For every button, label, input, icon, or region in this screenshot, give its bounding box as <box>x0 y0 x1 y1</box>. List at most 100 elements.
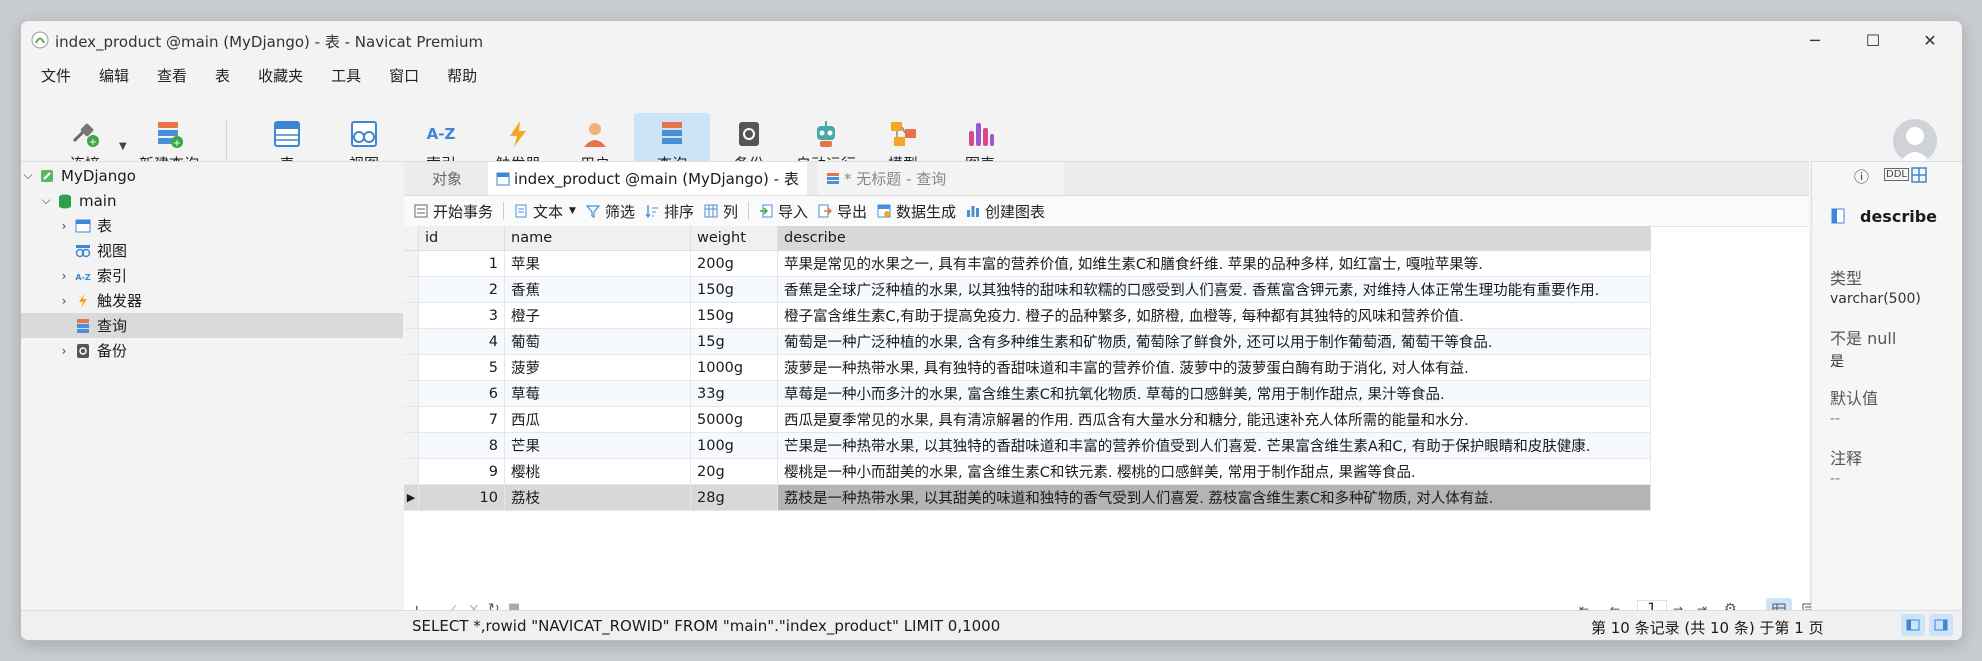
cell-id[interactable]: 10 <box>418 484 505 511</box>
cell-weight[interactable]: 150g <box>690 276 778 303</box>
menu-tools[interactable]: 工具 <box>317 65 375 86</box>
cell-name[interactable]: 樱桃 <box>504 458 691 485</box>
cell-id[interactable]: 8 <box>418 432 505 459</box>
chevron-right-icon[interactable]: › <box>57 344 71 358</box>
cell-id[interactable]: 2 <box>418 276 505 303</box>
cell-weight[interactable]: 28g <box>690 484 778 511</box>
tree-item-queries[interactable]: 查询 <box>21 313 403 338</box>
cell-weight[interactable]: 150g <box>690 302 778 329</box>
table-row[interactable]: 8 芒果 100g 芒果是一种热带水果, 以其独特的香甜味道和丰富的营养价值受到… <box>404 432 1651 459</box>
table-row[interactable]: 2 香蕉 150g 香蕉是全球广泛种植的水果, 以其独特的甜味和软糯的口感受到人… <box>404 276 1651 303</box>
filter-button[interactable]: 筛选 <box>585 201 635 222</box>
cell-weight[interactable]: 1000g <box>690 354 778 381</box>
menu-help[interactable]: 帮助 <box>433 65 491 86</box>
text-button[interactable]: 文本 ▼ <box>514 201 576 222</box>
tree-item-views[interactable]: 视图 <box>21 238 403 263</box>
cell-describe[interactable]: 菠萝是一种热带水果, 具有独特的香甜味道和丰富的营养价值. 菠萝中的菠萝蛋白酶有… <box>777 354 1651 381</box>
cell-describe[interactable]: 樱桃是一种小而甜美的水果, 富含维生素C和铁元素. 樱桃的口感鲜美, 常用于制作… <box>777 458 1651 485</box>
tree-item-triggers[interactable]: › 触发器 <box>21 288 403 313</box>
table-row[interactable]: 6 草莓 33g 草莓是一种小而多汁的水果, 富含维生素C和抗氧化物质. 草莓的… <box>404 380 1651 407</box>
table-row[interactable]: 3 橙子 150g 橙子富含维生素C,有助于提高免疫力. 橙子的品种繁多, 如脐… <box>404 302 1651 329</box>
cell-name[interactable]: 橙子 <box>504 302 691 329</box>
cell-name[interactable]: 香蕉 <box>504 276 691 303</box>
data-generation-button[interactable]: 数据生成 <box>877 201 956 222</box>
toggle-right-panel-button[interactable] <box>1929 614 1953 636</box>
cell-describe[interactable]: 芒果是一种热带水果, 以其独特的香甜味道和丰富的营养价值受到人们喜爱. 芒果富含… <box>777 432 1651 459</box>
toggle-left-panel-button[interactable] <box>1901 614 1925 636</box>
table-row-selected[interactable]: ▶ 10 荔枝 28g 荔枝是一种热带水果, 以其甜美的味道和独特的香气受到人们… <box>404 484 1651 511</box>
maximize-button[interactable]: ☐ <box>1844 21 1902 59</box>
cell-weight[interactable]: 20g <box>690 458 778 485</box>
cell-id[interactable]: 1 <box>418 250 505 277</box>
tree-connection[interactable]: ⌵ MyDjango <box>21 163 403 188</box>
cell-describe[interactable]: 苹果是常见的水果之一, 具有丰富的营养价值, 如维生素C和膳食纤维. 苹果的品种… <box>777 250 1651 277</box>
cell-describe[interactable]: 西瓜是夏季常见的水果, 具有清凉解暑的作用. 西瓜含有大量水分和糖分, 能迅速补… <box>777 406 1651 433</box>
close-button[interactable]: ✕ <box>1901 21 1959 59</box>
tab-objects[interactable]: 对象 <box>424 162 470 195</box>
table-row[interactable]: 7 西瓜 5000g 西瓜是夏季常见的水果, 具有清凉解暑的作用. 西瓜含有大量… <box>404 406 1651 433</box>
cell-name[interactable]: 草莓 <box>504 380 691 407</box>
chevron-down-icon[interactable]: ⌵ <box>21 168 35 183</box>
tree-item-backups[interactable]: › 备份 <box>21 338 403 363</box>
cell-describe[interactable]: 橙子富含维生素C,有助于提高免疫力. 橙子的品种繁多, 如脐橙, 血橙等, 每种… <box>777 302 1651 329</box>
cell-name[interactable]: 芒果 <box>504 432 691 459</box>
cell-id[interactable]: 4 <box>418 328 505 355</box>
ddl-icon[interactable]: DDL <box>1884 168 1909 181</box>
menu-edit[interactable]: 编辑 <box>85 65 143 86</box>
cell-weight[interactable]: 5000g <box>690 406 778 433</box>
cell-weight[interactable]: 33g <box>690 380 778 407</box>
tree-item-indexes[interactable]: › A-Z 索引 <box>21 263 403 288</box>
cell-id[interactable]: 3 <box>418 302 505 329</box>
column-header-id[interactable]: id <box>418 226 505 251</box>
cell-id[interactable]: 6 <box>418 380 505 407</box>
cell-describe[interactable]: 香蕉是全球广泛种植的水果, 以其独特的甜味和软糯的口感受到人们喜爱. 香蕉富含钾… <box>777 276 1651 303</box>
menu-favorites[interactable]: 收藏夹 <box>244 65 317 86</box>
tab-index-product[interactable]: index_product @main (MyDjango) - 表 <box>488 162 807 195</box>
cell-id[interactable]: 9 <box>418 458 505 485</box>
cell-weight[interactable]: 200g <box>690 250 778 277</box>
chevron-right-icon[interactable]: › <box>57 294 71 308</box>
table-row[interactable]: 5 菠萝 1000g 菠萝是一种热带水果, 具有独特的香甜味道和丰富的营养价值.… <box>404 354 1651 381</box>
cell-weight[interactable]: 15g <box>690 328 778 355</box>
sort-button[interactable]: 排序 <box>645 201 694 222</box>
tree-database[interactable]: ⌵ main <box>21 188 403 213</box>
chevron-down-icon[interactable]: ⌵ <box>39 193 53 208</box>
column-header-describe[interactable]: describe <box>777 226 1651 251</box>
import-button[interactable]: 导入 <box>759 201 808 222</box>
cell-describe[interactable]: 草莓是一种小而多汁的水果, 富含维生素C和抗氧化物质. 草莓的口感鲜美, 常用于… <box>777 380 1651 407</box>
cell-id[interactable]: 5 <box>418 354 505 381</box>
cell-name[interactable]: 荔枝 <box>504 484 691 511</box>
cell-id[interactable]: 7 <box>418 406 505 433</box>
cell-name[interactable]: 苹果 <box>504 250 691 277</box>
column-header-weight[interactable]: weight <box>690 226 778 251</box>
field-details-icon[interactable] <box>1910 166 1928 184</box>
cell-name[interactable]: 菠萝 <box>504 354 691 381</box>
cell-name[interactable]: 西瓜 <box>504 406 691 433</box>
menu-window[interactable]: 窗口 <box>375 65 433 86</box>
chevron-right-icon[interactable]: › <box>57 219 71 233</box>
create-chart-button[interactable]: 创建图表 <box>966 201 1045 222</box>
menu-table[interactable]: 表 <box>201 65 244 86</box>
chevron-right-icon[interactable]: › <box>57 269 71 283</box>
begin-transaction-button[interactable]: 开始事务 <box>414 201 493 222</box>
info-icon[interactable]: ⓘ <box>1854 166 1869 187</box>
export-button[interactable]: 导出 <box>818 201 867 222</box>
tab-untitled-query[interactable]: * 无标题 - 查询 <box>818 162 1064 195</box>
table-row[interactable]: 4 葡萄 15g 葡萄是一种广泛种植的水果, 含有多种维生素和矿物质, 葡萄除了… <box>404 328 1651 355</box>
menu-file[interactable]: 文件 <box>27 65 85 86</box>
tree-item-tables[interactable]: › 表 <box>21 213 403 238</box>
import-icon <box>760 204 773 218</box>
cell-describe[interactable]: 荔枝是一种热带水果, 以其甜美的味道和独特的香气受到人们喜爱. 荔枝富含维生素C… <box>777 484 1651 511</box>
columns-button[interactable]: 列 <box>704 201 738 222</box>
cell-name[interactable]: 葡萄 <box>504 328 691 355</box>
table-row[interactable]: 9 樱桃 20g 樱桃是一种小而甜美的水果, 富含维生素C和铁元素. 樱桃的口感… <box>404 458 1651 485</box>
avatar[interactable] <box>1893 119 1937 163</box>
connect-dropdown-icon[interactable]: ▼ <box>119 141 127 152</box>
cell-weight[interactable]: 100g <box>690 432 778 459</box>
minimize-button[interactable]: ─ <box>1786 21 1844 59</box>
table-row[interactable]: 1 苹果 200g 苹果是常见的水果之一, 具有丰富的营养价值, 如维生素C和膳… <box>404 250 1651 277</box>
menu-view[interactable]: 查看 <box>143 65 201 86</box>
cell-describe[interactable]: 葡萄是一种广泛种植的水果, 含有多种维生素和矿物质, 葡萄除了鲜食外, 还可以用… <box>777 328 1651 355</box>
svg-text:A-Z: A-Z <box>427 125 456 143</box>
column-header-name[interactable]: name <box>504 226 691 251</box>
